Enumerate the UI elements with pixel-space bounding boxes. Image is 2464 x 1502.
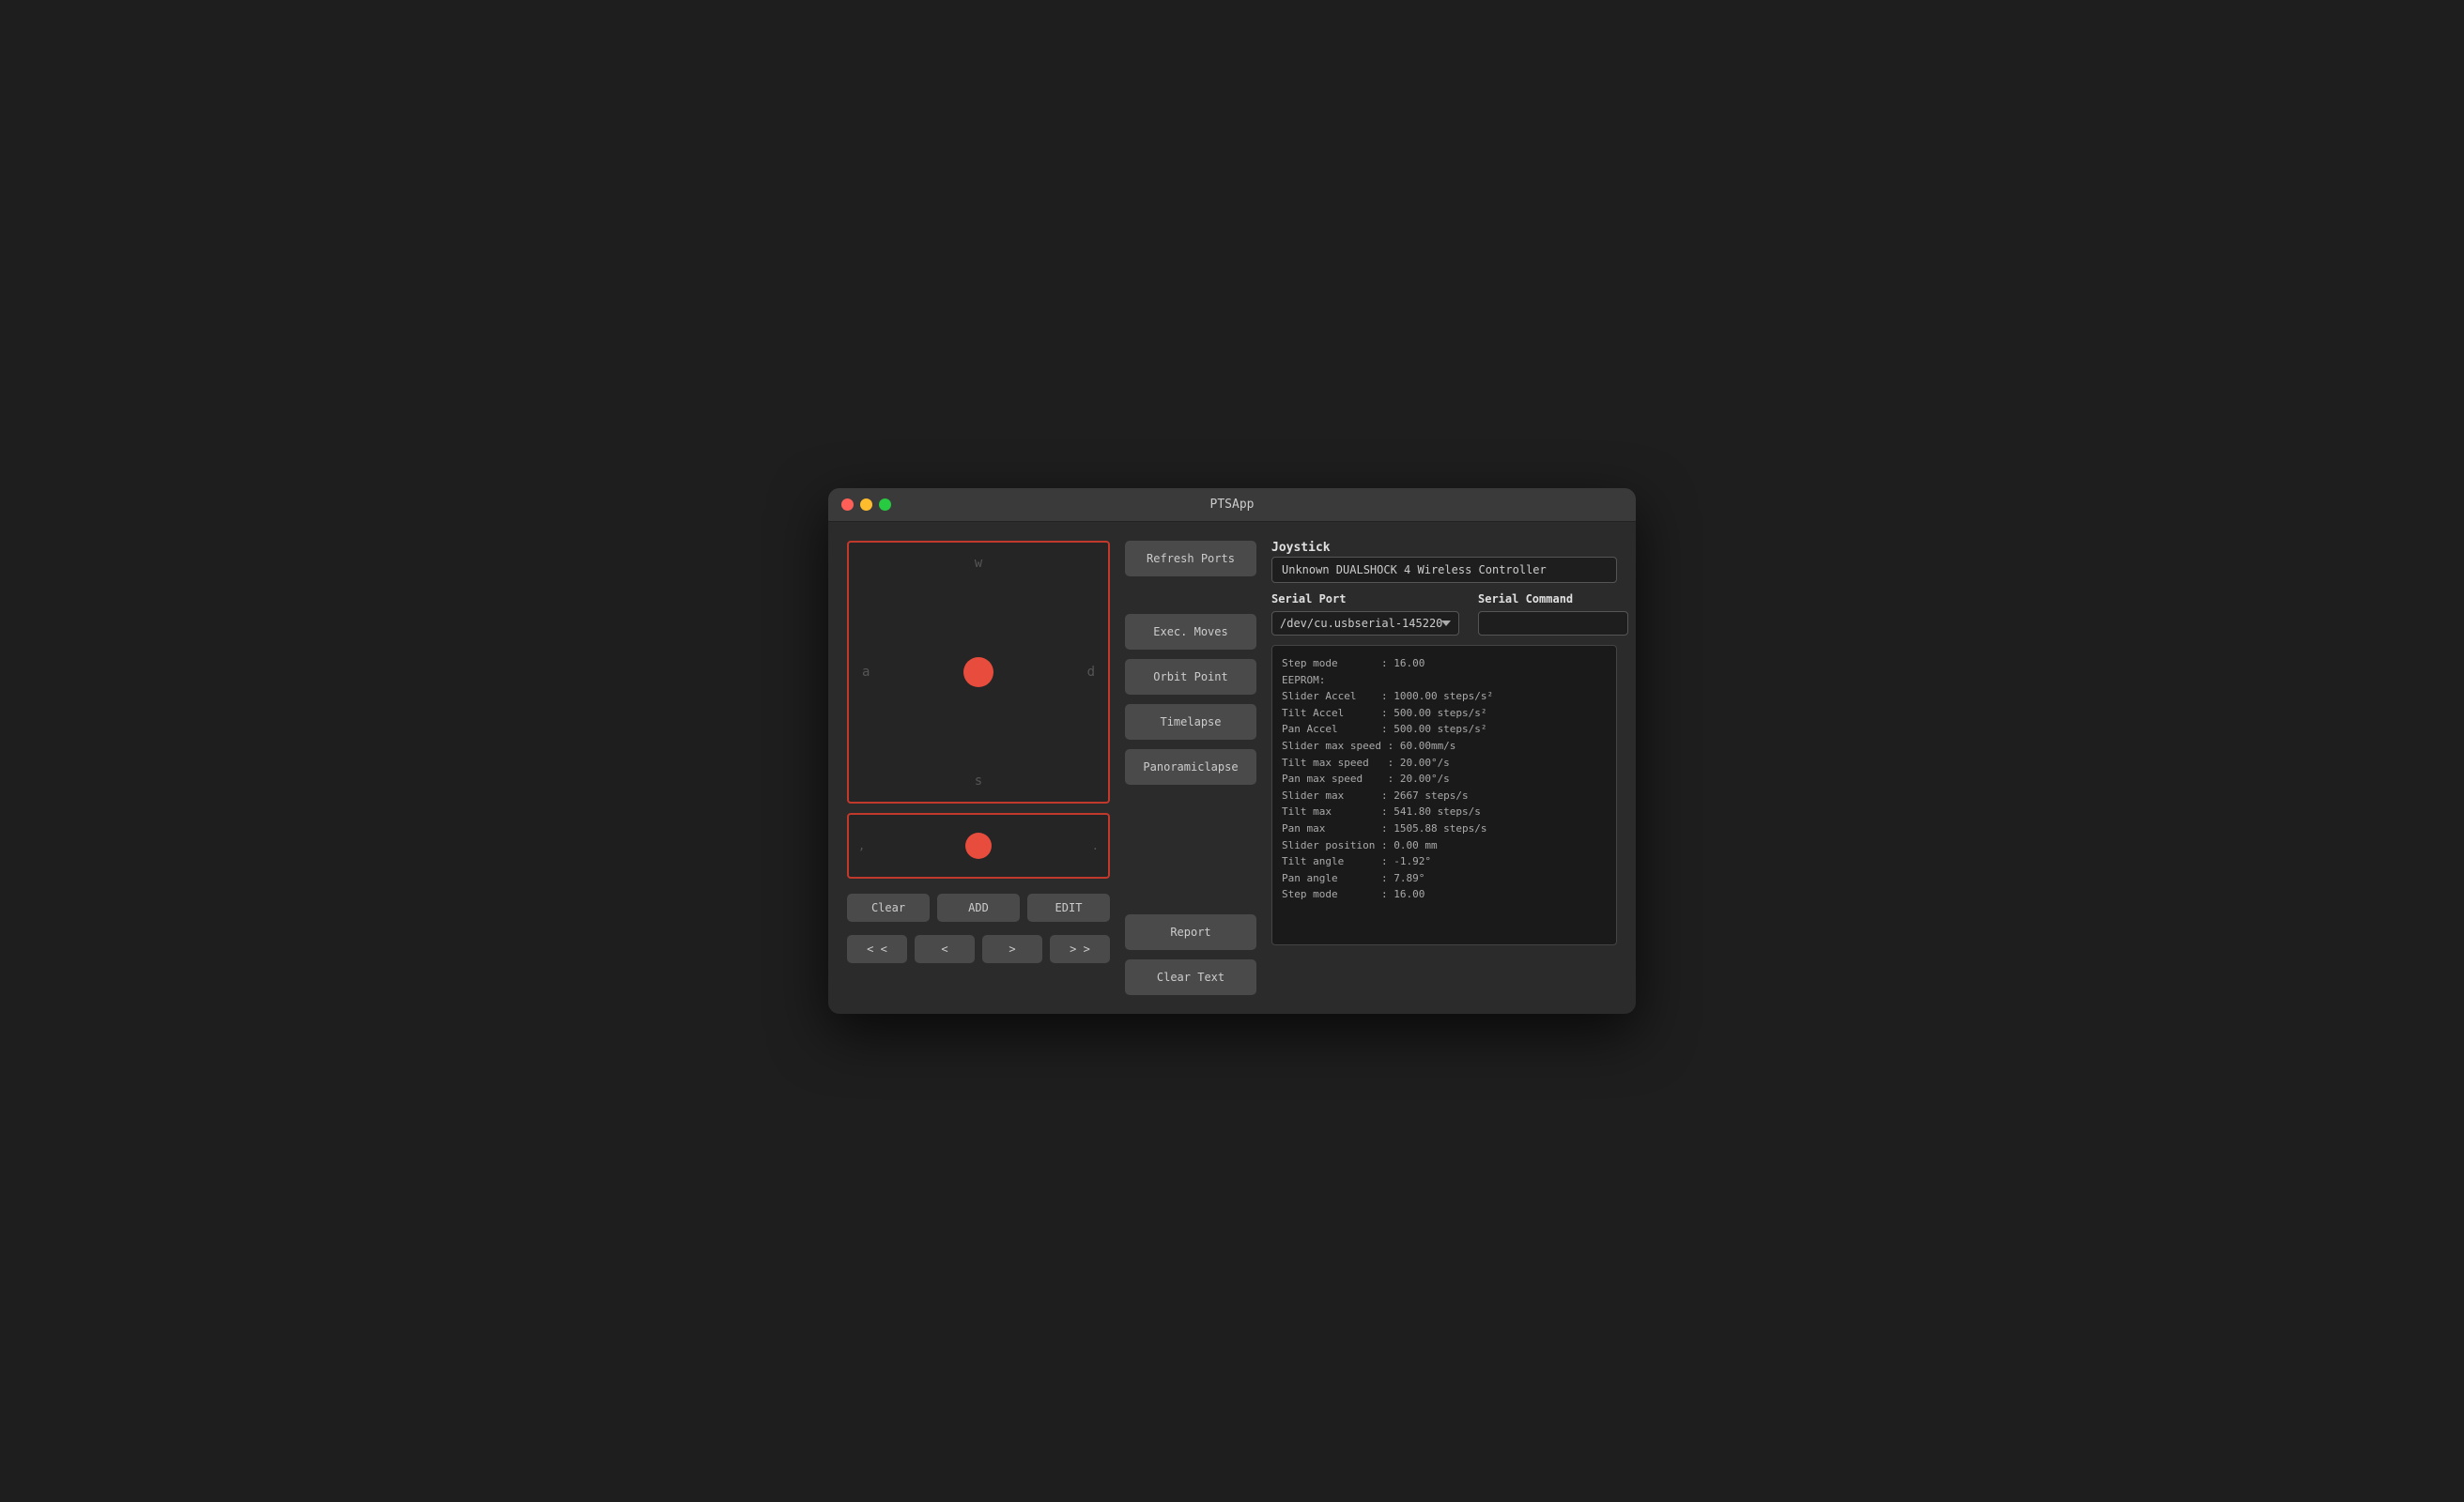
wasd-down-label: s: [975, 774, 982, 789]
console-output[interactable]: Step mode : 16.00EEPROM:Slider Accel : 1…: [1271, 645, 1617, 945]
serial-port-col: Serial Port /dev/cu.usbserial-145220: [1271, 592, 1459, 636]
main-joystick-dot: [963, 657, 993, 687]
wasd-left-label: a: [862, 665, 870, 680]
left-panel: w s a d , . Clear ADD EDIT < < <: [847, 541, 1110, 995]
serial-port-select[interactable]: /dev/cu.usbserial-145220: [1271, 611, 1459, 636]
panoramiclapse-button[interactable]: Panoramiclapse: [1125, 749, 1256, 785]
prev-prev-button[interactable]: < <: [847, 935, 907, 963]
main-content: w s a d , . Clear ADD EDIT < < <: [828, 522, 1636, 1014]
console-line: Slider max : 2667 steps/s: [1282, 788, 1607, 805]
next-next-button[interactable]: > >: [1050, 935, 1110, 963]
app-window: PTSApp w s a d , . Clear ADD ED: [828, 488, 1636, 1014]
console-line: Tilt angle : -1.92°: [1282, 853, 1607, 870]
console-line: Pan max : 1505.88 steps/s: [1282, 820, 1607, 837]
console-line: Slider Accel : 1000.00 steps/s²: [1282, 688, 1607, 705]
console-line: Step mode : 16.00: [1282, 655, 1607, 672]
console-line: Tilt max speed : 20.00°/s: [1282, 755, 1607, 772]
titlebar: PTSApp: [828, 488, 1636, 522]
joystick-label: Joystick: [1271, 541, 1617, 555]
middle-panel: Refresh Ports Exec. Moves Orbit Point Ti…: [1125, 541, 1256, 995]
add-button[interactable]: ADD: [937, 894, 1020, 922]
secondary-joystick-dot: [965, 833, 992, 859]
main-joystick-area: w s a d: [847, 541, 1110, 804]
clear-button[interactable]: Clear: [847, 894, 930, 922]
console-line: Slider position : 0.00 mm: [1282, 837, 1607, 854]
traffic-lights: [841, 498, 891, 511]
maximize-button[interactable]: [879, 498, 891, 511]
prev-button[interactable]: <: [915, 935, 975, 963]
console-line: Pan max speed : 20.00°/s: [1282, 771, 1607, 788]
console-line: Tilt max : 541.80 steps/s: [1282, 804, 1607, 820]
secondary-joystick-area: , .: [847, 813, 1110, 879]
action-button-row: Clear ADD EDIT: [847, 894, 1110, 922]
nav-button-row: < < < > > >: [847, 935, 1110, 963]
console-line: Slider max speed : 60.00mm/s: [1282, 738, 1607, 755]
joystick-device-display: Unknown DUALSHOCK 4 Wireless Controller: [1271, 557, 1617, 583]
minimize-button[interactable]: [860, 498, 872, 511]
window-title: PTSApp: [1210, 498, 1255, 512]
report-button[interactable]: Report: [1125, 914, 1256, 950]
right-panel: Joystick Unknown DUALSHOCK 4 Wireless Co…: [1271, 541, 1617, 995]
serial-row: Serial Port /dev/cu.usbserial-145220 Ser…: [1271, 592, 1617, 636]
next-button[interactable]: >: [982, 935, 1042, 963]
console-line: Pan angle : 7.89°: [1282, 870, 1607, 887]
edit-button[interactable]: EDIT: [1027, 894, 1110, 922]
serial-command-col: Serial Command: [1478, 592, 1628, 636]
serial-command-input[interactable]: [1478, 611, 1628, 636]
console-line: Pan Accel : 500.00 steps/s²: [1282, 721, 1607, 738]
timelapse-button[interactable]: Timelapse: [1125, 704, 1256, 740]
refresh-ports-button[interactable]: Refresh Ports: [1125, 541, 1256, 576]
console-line: Step mode : 16.00: [1282, 886, 1607, 903]
serial-port-label: Serial Port: [1271, 592, 1459, 605]
close-button[interactable]: [841, 498, 854, 511]
joystick-section: Joystick Unknown DUALSHOCK 4 Wireless Co…: [1271, 541, 1617, 583]
clear-text-button[interactable]: Clear Text: [1125, 959, 1256, 995]
wasd-up-label: w: [975, 556, 982, 571]
wasd-right-label: d: [1087, 665, 1095, 680]
console-line: EEPROM:: [1282, 672, 1607, 689]
secondary-right-label: .: [1092, 839, 1099, 852]
exec-moves-button[interactable]: Exec. Moves: [1125, 614, 1256, 650]
secondary-left-label: ,: [858, 839, 865, 852]
orbit-point-button[interactable]: Orbit Point: [1125, 659, 1256, 695]
serial-command-label: Serial Command: [1478, 592, 1628, 605]
console-line: Tilt Accel : 500.00 steps/s²: [1282, 705, 1607, 722]
